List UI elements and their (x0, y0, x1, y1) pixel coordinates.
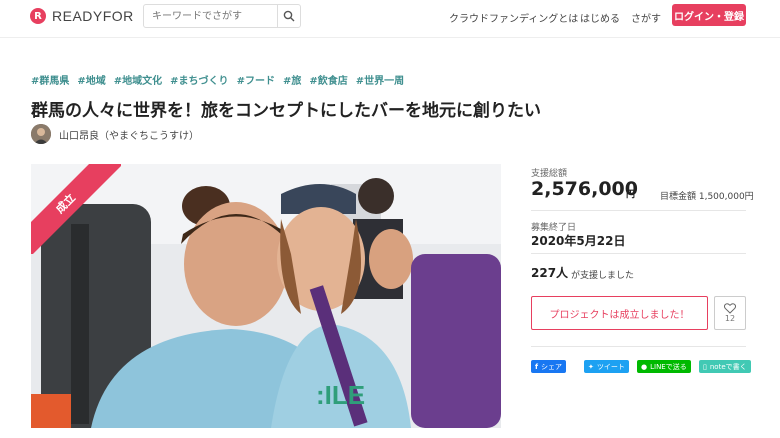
tag-list: #群馬県 #地域 #地域文化 #まちづくり #フード #旅 #飲食店 #世界一周 (31, 72, 404, 87)
readyfor-logo-icon: R (30, 8, 46, 24)
like-count: 12 (724, 314, 736, 323)
share-line-label: LINEで送る (650, 362, 687, 371)
facebook-icon: f (535, 362, 539, 371)
goal-amount: 目標金額 1,500,000円 (660, 192, 754, 202)
nav-about[interactable]: クラウドファンディングとは (449, 10, 578, 25)
share-twitter-button[interactable]: ✦ ツイート (584, 360, 629, 373)
success-ribbon: 成立 (31, 164, 121, 254)
logo-text: READYFOR (52, 8, 134, 24)
site-header: R READYFOR クラウドファンディングとは はじめる さがす ログイン・登… (0, 0, 780, 38)
note-icon: ▯ (703, 362, 707, 371)
favorite-button[interactable]: 12 (714, 296, 746, 330)
twitter-icon: ✦ (588, 362, 594, 371)
search-input[interactable] (144, 5, 277, 27)
end-date: 2020年5月22日 (531, 234, 626, 248)
supporter-suffix: が支援しました (571, 271, 635, 281)
tag[interactable]: #世界一周 (356, 72, 404, 87)
search-icon (283, 10, 295, 22)
tag[interactable]: #群馬県 (31, 72, 69, 87)
divider (531, 346, 746, 347)
avatar (31, 124, 51, 144)
total-amount: 2,576,000 (531, 178, 638, 200)
share-facebook-label: シェア (541, 362, 563, 371)
share-note-label: noteで書く (709, 362, 747, 371)
divider (531, 210, 746, 211)
tag[interactable]: #飲食店 (309, 72, 347, 87)
supporter-count: 227人 (531, 266, 569, 280)
tag[interactable]: #まちづくり (170, 72, 228, 87)
project-image: :ILE 成立 (31, 164, 501, 428)
share-facebook-button[interactable]: f シェア (531, 360, 567, 373)
svg-text::ILE: :ILE (316, 380, 365, 410)
search-box (143, 4, 301, 28)
nav-start[interactable]: はじめる (580, 10, 620, 25)
tag[interactable]: #フード (237, 72, 275, 87)
author[interactable]: 山口昂良（やまぐちこうすけ） (31, 124, 199, 144)
share-line-button[interactable]: ● LINEで送る (637, 360, 691, 373)
project-status-button[interactable]: プロジェクトは成立しました！ (531, 296, 708, 330)
tag[interactable]: #旅 (283, 72, 301, 87)
share-twitter-label: ツイート (596, 362, 625, 371)
login-button[interactable]: ログイン・登録 (672, 4, 746, 26)
logo[interactable]: R READYFOR (30, 8, 134, 24)
tag[interactable]: #地域文化 (114, 72, 162, 87)
nav-search[interactable]: さがす (631, 10, 661, 25)
line-icon: ● (641, 362, 648, 371)
ribbon-wrapper: 成立 (31, 164, 121, 254)
author-name: 山口昂良（やまぐちこうすけ） (59, 130, 199, 142)
heart-icon (724, 303, 736, 314)
share-note-button[interactable]: ▯ noteで書く (699, 360, 751, 373)
project-title: 群馬の人々に世界を！旅をコンセプトにしたバーを地元に創りたい (31, 101, 541, 121)
tag[interactable]: #地域 (77, 72, 105, 87)
search-button[interactable] (277, 5, 300, 27)
divider (531, 253, 746, 254)
total-currency: 円 (626, 190, 636, 200)
